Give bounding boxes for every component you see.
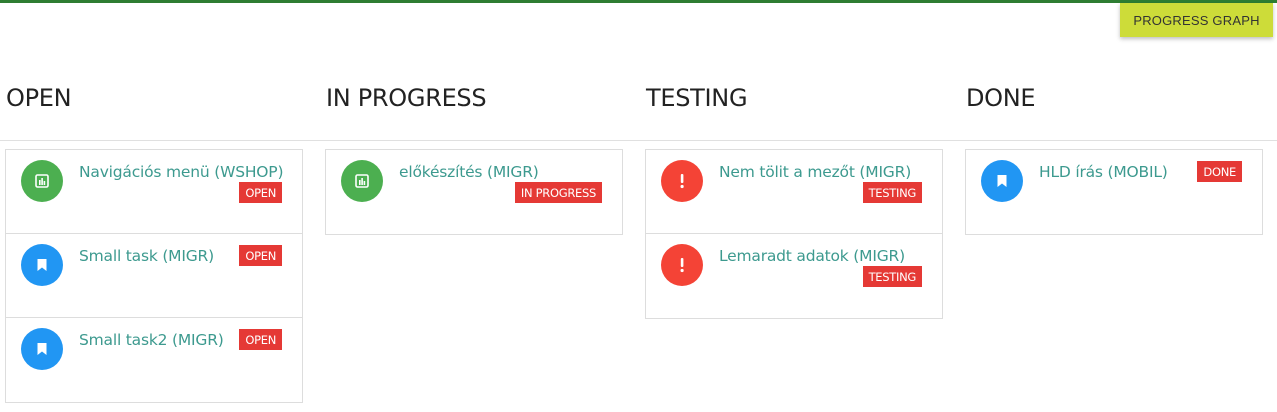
status-badge: OPEN [239, 182, 282, 203]
bookmark-icon [981, 160, 1023, 202]
column-title-done: DONE [966, 84, 1036, 112]
task-card[interactable]: Lemaradt adatok (MIGR) TESTING [646, 234, 942, 318]
task-title[interactable]: előkészítés (MIGR) [399, 163, 539, 181]
status-badge: OPEN [239, 329, 282, 350]
column-testing-cards: Nem tölit a mezőt (MIGR) TESTING Lemarad… [645, 149, 943, 319]
task-title[interactable]: Nem tölit a mezőt (MIGR) [719, 163, 911, 181]
task-title[interactable]: Navigációs menü (WSHOP) [79, 163, 283, 181]
task-title[interactable]: HLD írás (MOBIL) [1039, 163, 1168, 181]
column-title-open: OPEN [6, 84, 72, 112]
task-card[interactable]: Small task (MIGR) OPEN [6, 234, 302, 318]
column-open-cards: Navigációs menü (WSHOP) OPEN Small task … [5, 149, 303, 403]
status-badge: TESTING [862, 182, 922, 203]
bookmark-icon [21, 244, 63, 286]
task-title[interactable]: Small task (MIGR) [79, 247, 214, 265]
task-card[interactable]: Navigációs menü (WSHOP) OPEN [6, 150, 302, 234]
column-in-progress-cards: előkészítés (MIGR) IN PROGRESS [325, 149, 623, 235]
top-accent-line [0, 0, 1277, 3]
status-badge: DONE [1197, 161, 1242, 182]
task-title[interactable]: Lemaradt adatok (MIGR) [719, 247, 905, 265]
task-card[interactable]: előkészítés (MIGR) IN PROGRESS [326, 150, 622, 234]
progress-graph-button[interactable]: PROGRESS GRAPH [1120, 3, 1273, 37]
task-card[interactable]: Nem tölit a mezőt (MIGR) TESTING [646, 150, 942, 234]
status-badge: IN PROGRESS [514, 182, 602, 203]
bookmark-icon [21, 328, 63, 370]
column-title-in-progress: IN PROGRESS [326, 84, 487, 112]
task-card[interactable]: HLD írás (MOBIL) DONE [966, 150, 1262, 234]
bar-chart-icon [341, 160, 383, 202]
exclamation-icon [661, 244, 703, 286]
task-card[interactable]: Small task2 (MIGR) OPEN [6, 318, 302, 402]
exclamation-icon [661, 160, 703, 202]
status-badge: TESTING [862, 266, 922, 287]
bar-chart-icon [21, 160, 63, 202]
column-title-testing: TESTING [646, 84, 748, 112]
task-title[interactable]: Small task2 (MIGR) [79, 331, 224, 349]
status-badge: OPEN [239, 245, 282, 266]
header-divider [0, 140, 1277, 141]
column-done-cards: HLD írás (MOBIL) DONE [965, 149, 1263, 235]
